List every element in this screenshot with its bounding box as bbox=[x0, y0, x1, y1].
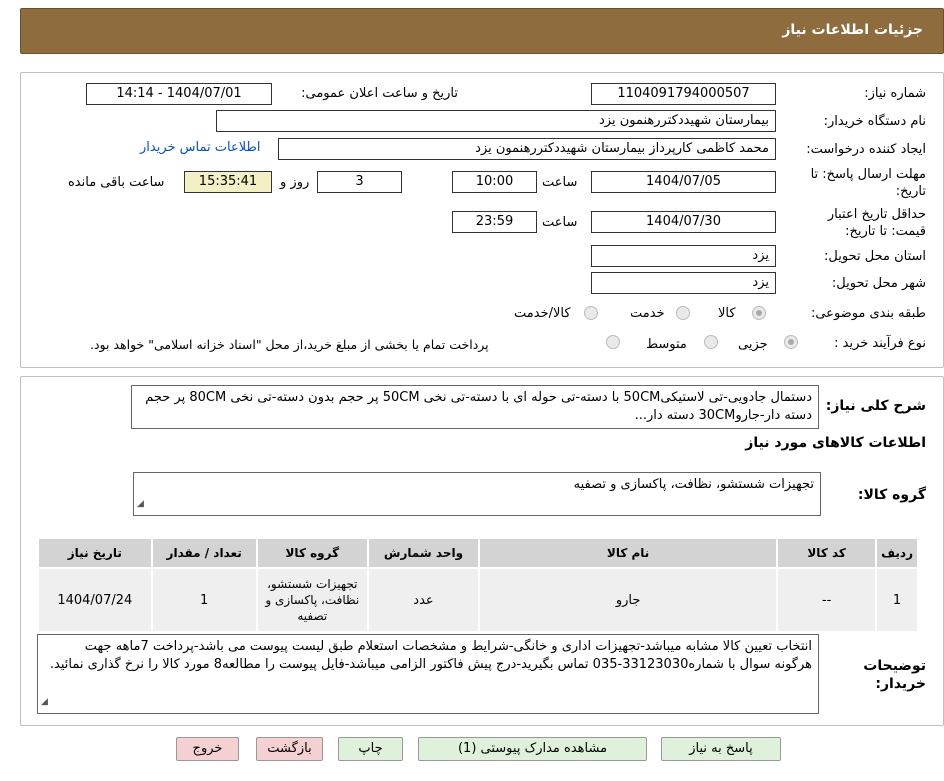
province-label: استان محل تحویل: bbox=[824, 249, 926, 264]
days-field: 3 bbox=[317, 171, 402, 193]
category-label: طبقه بندی موضوعی: bbox=[810, 306, 926, 321]
requester-label: ایجاد کننده درخواست: bbox=[806, 142, 926, 157]
reply-button[interactable]: پاسخ به نیاز bbox=[661, 737, 781, 761]
cell-date: 1404/07/24 bbox=[37, 567, 153, 633]
notes-label-line2: خریدار: bbox=[875, 676, 926, 692]
resize-grip-icon: ◢ bbox=[41, 697, 48, 707]
exit-button[interactable]: خروج bbox=[176, 737, 239, 761]
notes-label-line1: توضیحات bbox=[863, 658, 926, 674]
process-medium-radio[interactable] bbox=[704, 335, 718, 349]
buyer-org-field: بیمارستان شهیددکتررهنمون یزد bbox=[216, 110, 776, 132]
category-goods-service-radio[interactable] bbox=[584, 306, 598, 320]
deadline-date-field: 1404/07/05 bbox=[591, 171, 776, 193]
col-qty: تعداد / مقدار bbox=[150, 537, 258, 569]
cell-group: تجهیزات شستشو، نظافت، پاکسازی و تصفیه bbox=[255, 567, 369, 633]
col-name: نام کالا bbox=[478, 537, 779, 569]
validity-date-field: 1404/07/30 bbox=[591, 211, 776, 233]
resize-grip-icon: ◢ bbox=[137, 499, 144, 509]
page-header: جزئیات اطلاعات نیاز bbox=[20, 8, 944, 54]
days-label: روز و bbox=[280, 175, 310, 190]
goods-group-value: تجهیزات شستشو، نظافت، پاکسازی و تصفیه bbox=[573, 477, 814, 492]
notes-text: انتخاب تعیین کالا مشابه میباشد-تجهیزات ا… bbox=[49, 639, 812, 672]
category-goods-label: کالا bbox=[718, 306, 736, 321]
view-attachments-button[interactable]: مشاهده مدارک پیوستی (1) bbox=[418, 737, 647, 761]
deadline-time-label: ساعت bbox=[542, 175, 578, 190]
cell-unit: عدد bbox=[366, 567, 481, 633]
process-medium-label: متوسط bbox=[646, 337, 687, 352]
validity-time-field: 23:59 bbox=[452, 211, 537, 233]
cell-qty: 1 bbox=[150, 567, 258, 633]
col-group: گروه کالا bbox=[255, 537, 369, 569]
process-label: نوع فرآیند خرید : bbox=[834, 336, 926, 351]
city-label: شهر محل تحویل: bbox=[831, 276, 926, 291]
goods-table: ردیف کد کالا نام کالا واحد شمارش گروه کا… bbox=[37, 537, 919, 633]
deadline-label-line1: مهلت ارسال پاسخ: تا bbox=[810, 167, 926, 182]
col-date: تاریخ نیاز bbox=[37, 537, 153, 569]
process-minor-radio[interactable] bbox=[784, 335, 798, 349]
requester-field: محمد کاظمی کارپرداز بیمارستان شهیددکترره… bbox=[278, 138, 776, 160]
goods-section-title: اطلاعات کالاهای مورد نیاز bbox=[745, 435, 926, 451]
category-service-radio[interactable] bbox=[676, 306, 690, 320]
treasury-checkbox[interactable] bbox=[606, 335, 620, 349]
remaining-time-field: 15:35:41 bbox=[184, 171, 272, 193]
validity-time-label: ساعت bbox=[542, 215, 578, 230]
validity-label-line2: قیمت: تا تاریخ: bbox=[845, 224, 926, 239]
cell-row: 1 bbox=[875, 567, 919, 633]
back-button[interactable]: بازگشت bbox=[256, 737, 323, 761]
cell-name: جارو bbox=[478, 567, 779, 633]
col-row: ردیف bbox=[875, 537, 919, 569]
validity-label-line1: حداقل تاریخ اعتبار bbox=[827, 207, 926, 222]
category-goods-service-label: کالا/خدمت bbox=[514, 306, 571, 321]
buyer-org-label: نام دستگاه خریدار: bbox=[823, 114, 926, 129]
goods-group-label: گروه کالا: bbox=[857, 487, 926, 503]
col-code: کد کالا bbox=[776, 537, 878, 569]
summary-label: شرح کلی نیاز: bbox=[825, 398, 926, 414]
print-button[interactable]: چاپ bbox=[338, 737, 403, 761]
announce-datetime-field: 1404/07/01 - 14:14 bbox=[86, 83, 272, 105]
process-minor-label: جزیی bbox=[738, 337, 768, 352]
city-field: یزد bbox=[591, 272, 776, 294]
page-title: جزئیات اطلاعات نیاز bbox=[782, 22, 923, 38]
table-row: 1 -- جارو عدد تجهیزات شستشو، نظافت، پاکس… bbox=[37, 567, 919, 633]
announce-label: تاریخ و ساعت اعلان عمومی: bbox=[301, 86, 458, 101]
province-field: یزد bbox=[591, 245, 776, 267]
deadline-label-line2: تاریخ: bbox=[895, 184, 926, 199]
goods-group-field: تجهیزات شستشو، نظافت، پاکسازی و تصفیه ◢ bbox=[133, 472, 821, 516]
buyer-contact-link[interactable]: اطلاعات تماس خریدار bbox=[140, 140, 260, 155]
notes-field: انتخاب تعیین کالا مشابه میباشد-تجهیزات ا… bbox=[37, 634, 819, 714]
category-service-label: خدمت bbox=[630, 306, 665, 321]
cell-code: -- bbox=[776, 567, 878, 633]
need-number-field: 1104091794000507 bbox=[591, 83, 776, 105]
deadline-time-field: 10:00 bbox=[452, 171, 537, 193]
need-number-label: شماره نیاز: bbox=[864, 86, 926, 101]
category-goods-radio[interactable] bbox=[752, 306, 766, 320]
col-unit: واحد شمارش bbox=[366, 537, 481, 569]
process-note: پرداخت تمام یا بخشی از مبلغ خرید،از محل … bbox=[90, 337, 489, 352]
summary-text: دستمال جادویی-تی لاستیکی50CM با دسته-تی … bbox=[131, 385, 819, 429]
remaining-label: ساعت باقی مانده bbox=[68, 175, 165, 190]
table-header-row: ردیف کد کالا نام کالا واحد شمارش گروه کا… bbox=[37, 537, 919, 569]
